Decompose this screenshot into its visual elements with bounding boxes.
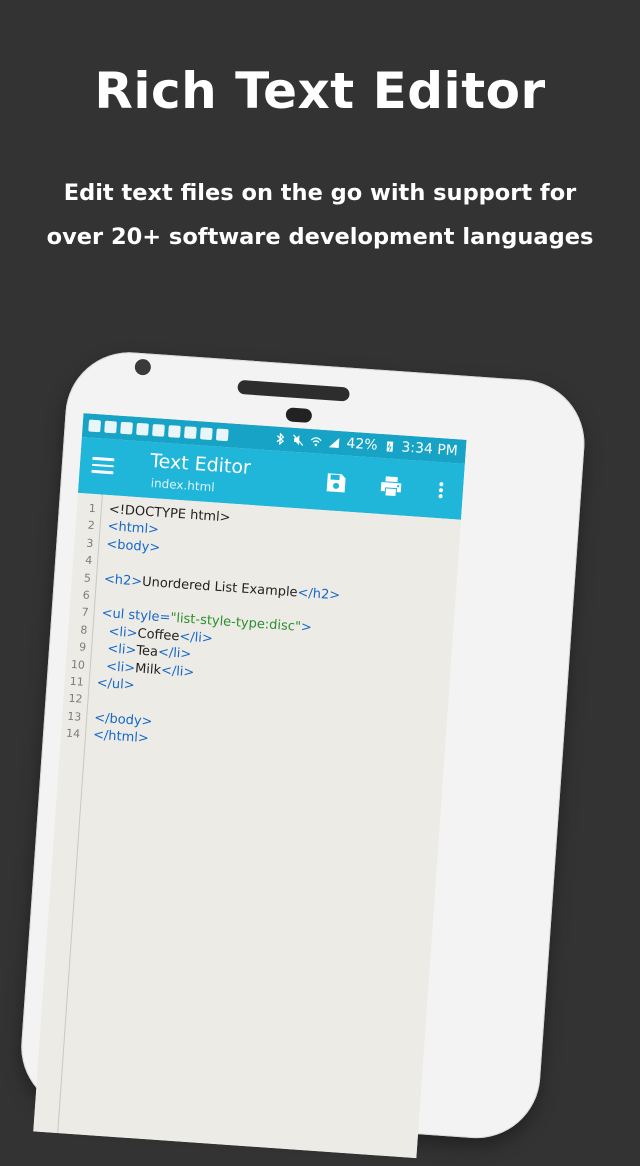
notification-icon	[199, 427, 213, 441]
signal-icon	[329, 438, 340, 449]
line-number-gutter	[33, 492, 103, 1134]
code-token: <li>	[97, 658, 136, 676]
line-number: 6	[82, 588, 91, 602]
notification-icon	[152, 423, 165, 437]
notification-icon	[104, 420, 117, 434]
line-number: 7	[81, 605, 90, 620]
code-token: Coffee	[136, 626, 180, 645]
promo-title: Rich Text Editor	[94, 62, 546, 120]
save-icon[interactable]	[323, 470, 349, 496]
code-line[interactable]: 14 </html>	[61, 725, 150, 747]
print-icon[interactable]	[378, 474, 404, 500]
hamburger-menu-icon[interactable]	[91, 454, 115, 474]
notification-icon	[168, 425, 181, 438]
line-number: 3	[85, 536, 94, 550]
code-line[interactable]: 4	[73, 551, 93, 569]
code-token: Milk	[134, 660, 162, 678]
line-number: 9	[78, 640, 87, 655]
line-number: 11	[69, 674, 85, 689]
front-camera	[134, 358, 152, 376]
app-title: Text Editor	[149, 449, 252, 479]
phone-body: 42% 3:34 PM Text Editor index.html 1 <!D…	[16, 348, 589, 1159]
battery-icon	[386, 441, 393, 452]
mute-icon	[293, 434, 304, 446]
phone-screen: 42% 3:34 PM Text Editor index.html 1 <!D…	[33, 413, 467, 1159]
earpiece-speaker	[237, 379, 350, 402]
code-token: </ul>	[96, 675, 136, 694]
code-token: <html>	[107, 519, 160, 539]
line-number: 14	[65, 726, 81, 741]
code-token: style=	[127, 608, 171, 627]
code-line[interactable]: 1 <!DOCTYPE html>	[76, 499, 231, 526]
code-token: Tea	[135, 643, 159, 661]
line-number: 10	[70, 657, 86, 672]
bluetooth-icon	[277, 432, 285, 446]
notification-icon	[183, 426, 197, 440]
file-name: index.html	[150, 475, 216, 495]
code-token: <ul	[101, 606, 129, 624]
code-line[interactable]: 13 </body>	[62, 707, 153, 730]
notification-icon	[136, 422, 149, 436]
wifi-icon	[311, 437, 323, 447]
code-token: <h2>	[103, 571, 143, 590]
line-number: 8	[79, 623, 88, 637]
line-number: 13	[66, 709, 82, 724]
battery-percent: 42%	[345, 435, 379, 454]
code-line[interactable]: 7 <ul style="list-style-type:disc">	[69, 603, 312, 636]
line-code: </ul>	[96, 675, 135, 695]
notification-icon	[120, 421, 133, 435]
line-code: </html>	[92, 727, 150, 748]
notification-icon	[215, 428, 229, 442]
code-token: </li>	[157, 645, 192, 663]
code-line[interactable]: 11 </ul>	[64, 672, 135, 694]
code-line[interactable]: 8 <li>Coffee</li>	[68, 620, 213, 646]
line-number: 5	[83, 571, 92, 585]
line-number: 2	[87, 519, 96, 533]
code-line[interactable]: 6	[70, 586, 90, 604]
code-line[interactable]: 10 <li>Milk</li>	[65, 655, 195, 680]
more-vert-icon[interactable]	[428, 477, 454, 503]
code-line[interactable]: 3 <body>	[74, 534, 161, 555]
code-token: >	[300, 620, 313, 636]
line-code: <h2>Unordered List Example</h2>	[103, 571, 340, 604]
code-token: <li>	[98, 640, 137, 659]
code-editor[interactable]: 1 <!DOCTYPE html> 2 <html> 3 <body> 4 5 <h2>Unor…	[33, 492, 461, 1159]
clock: 3:34 PM	[400, 439, 459, 460]
promo-subtitle-line-2: over 20+ software development languages	[46, 224, 594, 250]
code-token: </html>	[92, 727, 150, 747]
promo-subtitle-line-1: Edit text files on the go with support f…	[63, 180, 577, 206]
line-number: 1	[88, 501, 97, 516]
code-token: <li>	[99, 623, 139, 642]
code-token: </li>	[178, 629, 214, 647]
code-line[interactable]: 12	[63, 690, 83, 708]
line-number: 12	[68, 692, 83, 707]
code-token: </li>	[160, 662, 195, 681]
phone-mockup: 42% 3:34 PM Text Editor index.html 1 <!D…	[16, 348, 589, 1159]
code-line[interactable]: 5 <h2>Unordered List Example</h2>	[71, 568, 341, 603]
line-code: <body>	[106, 536, 161, 557]
line-number: 4	[84, 553, 93, 568]
code-line[interactable]: 9 <li>Tea</li>	[67, 638, 192, 663]
code-token: </h2>	[297, 585, 341, 604]
proximity-sensor	[285, 407, 313, 424]
code-line[interactable]: 2 <html>	[75, 516, 159, 538]
notification-icon	[88, 419, 102, 433]
code-token: Unordered List Example	[141, 574, 299, 601]
code-token: <body>	[105, 536, 161, 556]
